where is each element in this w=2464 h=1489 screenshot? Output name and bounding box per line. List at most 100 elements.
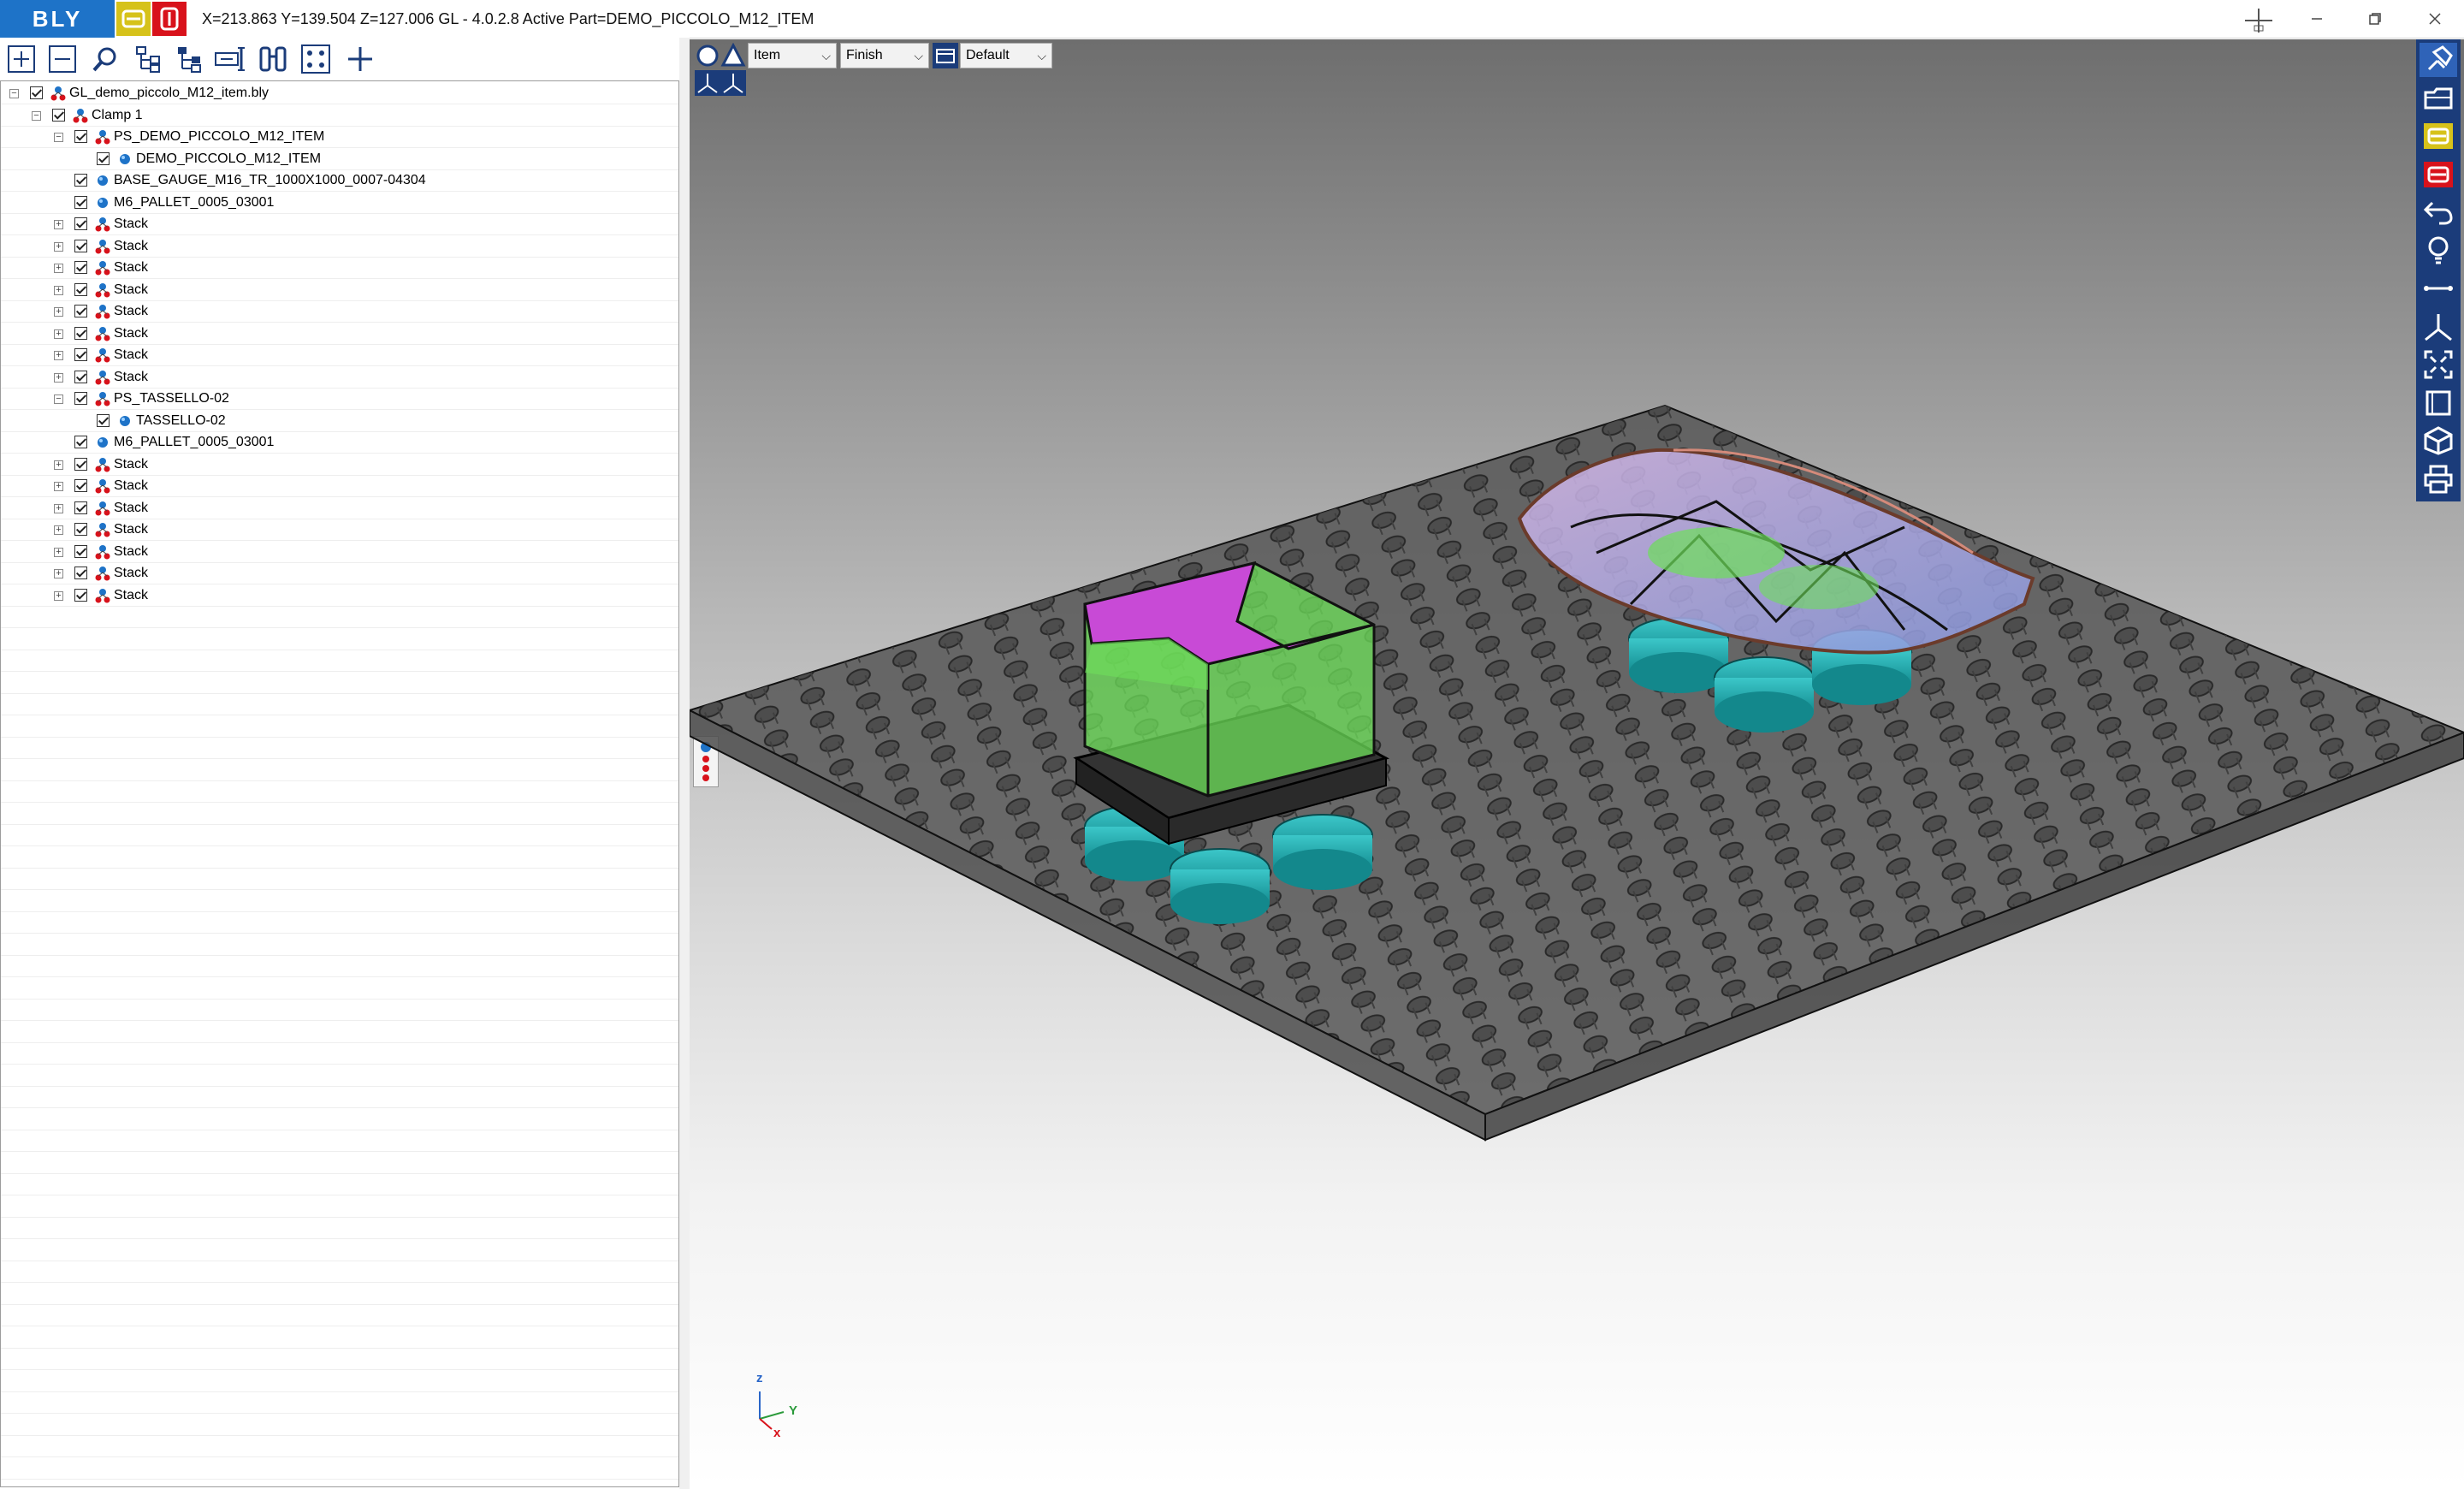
red-b-button[interactable] xyxy=(2420,157,2457,192)
measure-button[interactable] xyxy=(212,42,248,76)
grid-points-button[interactable] xyxy=(298,42,334,76)
red-b-icon xyxy=(2424,161,2453,187)
measure-line-button[interactable] xyxy=(2420,271,2457,306)
undo-button[interactable] xyxy=(2420,195,2457,229)
tree-item[interactable]: M6_PALLET_0005_03001 xyxy=(1,432,678,454)
tree-item-checkbox[interactable] xyxy=(74,239,87,252)
tree-item[interactable]: + Stack xyxy=(1,258,678,279)
panel-splitter[interactable] xyxy=(679,38,690,1489)
pin-button[interactable] xyxy=(2420,43,2457,77)
tree-expander-icon[interactable]: − xyxy=(54,133,63,142)
binoculars-button[interactable] xyxy=(255,42,291,76)
tree-item-checkbox[interactable] xyxy=(74,326,87,340)
fit-view-button[interactable] xyxy=(2420,347,2457,382)
tree-item-checkbox[interactable] xyxy=(74,348,87,361)
3d-viewport[interactable]: Item ⌵ Finish ⌵ Default ⌵ z Y x xyxy=(690,39,2464,1487)
tree-expander-icon[interactable]: + xyxy=(54,482,63,491)
tree-expander-icon[interactable]: + xyxy=(54,285,63,295)
tree-item-checkbox[interactable] xyxy=(97,151,110,165)
tree-item[interactable]: + Stack xyxy=(1,323,678,345)
tree-item-checkbox[interactable] xyxy=(74,130,87,143)
tree-item[interactable]: M6_PALLET_0005_03001 xyxy=(1,193,678,214)
yellow-b-button[interactable] xyxy=(116,2,151,36)
tree-expander-icon[interactable]: + xyxy=(54,372,63,383)
tree-item-checkbox[interactable] xyxy=(97,413,110,427)
tree-expander-icon[interactable]: − xyxy=(9,89,19,98)
tree-expander-icon[interactable]: + xyxy=(54,220,63,229)
tree-item-label: PS_DEMO_PICCOLO_M12_ITEM xyxy=(114,129,325,144)
tree-item-checkbox[interactable] xyxy=(74,174,87,187)
tree-structure-button[interactable] xyxy=(130,42,166,76)
tree-item-checkbox[interactable] xyxy=(74,479,87,492)
tree-item-checkbox[interactable] xyxy=(74,544,87,558)
tree-item[interactable]: + Stack xyxy=(1,454,678,476)
tree-expander-icon[interactable]: + xyxy=(54,241,63,252)
tree-item[interactable]: + Stack xyxy=(1,345,678,366)
tree-item[interactable]: DEMO_PICCOLO_M12_ITEM xyxy=(1,149,678,170)
tree-item-label: M6_PALLET_0005_03001 xyxy=(114,435,275,449)
restore-button[interactable] xyxy=(2349,0,2401,38)
tree-item-checkbox[interactable] xyxy=(74,523,87,536)
tree-item-label: Stack xyxy=(114,325,149,341)
tree-item[interactable]: + Stack xyxy=(1,301,678,323)
tree-expander-icon[interactable]: − xyxy=(54,394,63,404)
close-button[interactable] xyxy=(2409,0,2461,38)
add-button[interactable] xyxy=(342,42,378,76)
tree-item-checkbox[interactable] xyxy=(74,261,87,274)
tree-item[interactable]: − PS_DEMO_PICCOLO_M12_ITEM xyxy=(1,127,678,148)
tree-item[interactable]: + Stack xyxy=(1,498,678,519)
tree-item-checkbox[interactable] xyxy=(30,86,43,99)
assembly-icon xyxy=(95,370,110,384)
tree-item[interactable]: + Stack xyxy=(1,476,678,497)
collapse-all-button[interactable] xyxy=(44,42,80,76)
tree-expander-icon[interactable]: + xyxy=(54,525,63,535)
cube-button[interactable] xyxy=(2420,424,2457,458)
tree-item[interactable]: − PS_TASSELLO-02 xyxy=(1,389,678,410)
tree-expander-icon[interactable]: − xyxy=(32,110,41,121)
tree-item-checkbox[interactable] xyxy=(74,567,87,579)
tree-item-checkbox[interactable] xyxy=(52,108,65,122)
tree-item-checkbox[interactable] xyxy=(74,305,87,317)
tree-item-checkbox[interactable] xyxy=(74,217,87,230)
tree-expander-icon[interactable]: + xyxy=(54,503,63,513)
open-folder-button[interactable] xyxy=(2420,81,2457,116)
tree-item[interactable]: + Stack xyxy=(1,585,678,607)
tree-item[interactable]: + Stack xyxy=(1,214,678,235)
tree-expander-icon[interactable]: + xyxy=(54,307,63,317)
tree-item[interactable]: + Stack xyxy=(1,367,678,389)
tree-item[interactable]: + Stack xyxy=(1,519,678,541)
tree-item-checkbox[interactable] xyxy=(74,588,87,602)
tree-expander-icon[interactable]: + xyxy=(54,460,63,470)
tree-item[interactable]: − Clamp 1 xyxy=(1,105,678,127)
tree-item-checkbox[interactable] xyxy=(74,501,87,514)
tree-expander-icon[interactable]: + xyxy=(54,264,63,273)
tree-item-checkbox[interactable] xyxy=(74,457,87,471)
axis-button[interactable] xyxy=(2420,310,2457,344)
expand-all-button[interactable] xyxy=(3,42,39,76)
tree-item[interactable]: + Stack xyxy=(1,563,678,584)
tree-item[interactable]: TASSELLO-02 xyxy=(1,411,678,432)
print-button[interactable] xyxy=(2420,462,2457,496)
tree-item[interactable]: + Stack xyxy=(1,236,678,258)
tree-item[interactable]: BASE_GAUGE_M16_TR_1000X1000_0007-04304 xyxy=(1,170,678,192)
minimize-button[interactable] xyxy=(2291,0,2343,38)
tree-item[interactable]: + Stack xyxy=(1,280,678,301)
tree-item-checkbox[interactable] xyxy=(74,436,87,448)
window-button[interactable] xyxy=(2420,386,2457,420)
tree-expander-icon[interactable]: + xyxy=(54,351,63,360)
red-b-button[interactable] xyxy=(152,2,187,36)
tree-branch-button[interactable] xyxy=(171,42,207,76)
tree-expander-icon[interactable]: + xyxy=(54,547,63,557)
tree-item-checkbox[interactable] xyxy=(74,392,87,405)
tree-item-checkbox[interactable] xyxy=(74,195,87,209)
yellow-b-button[interactable] xyxy=(2420,119,2457,153)
lightbulb-button[interactable] xyxy=(2420,234,2457,268)
tree-expander-icon[interactable]: + xyxy=(54,569,63,578)
tree-item-checkbox[interactable] xyxy=(74,370,87,383)
tree-item[interactable]: − GL_demo_piccolo_M12_item.bly xyxy=(1,83,678,104)
tree-item-checkbox[interactable] xyxy=(74,282,87,296)
tree-expander-icon[interactable]: + xyxy=(54,329,63,339)
search-button[interactable] xyxy=(87,42,123,76)
tree-expander-icon[interactable]: + xyxy=(54,590,63,601)
tree-item[interactable]: + Stack xyxy=(1,542,678,563)
